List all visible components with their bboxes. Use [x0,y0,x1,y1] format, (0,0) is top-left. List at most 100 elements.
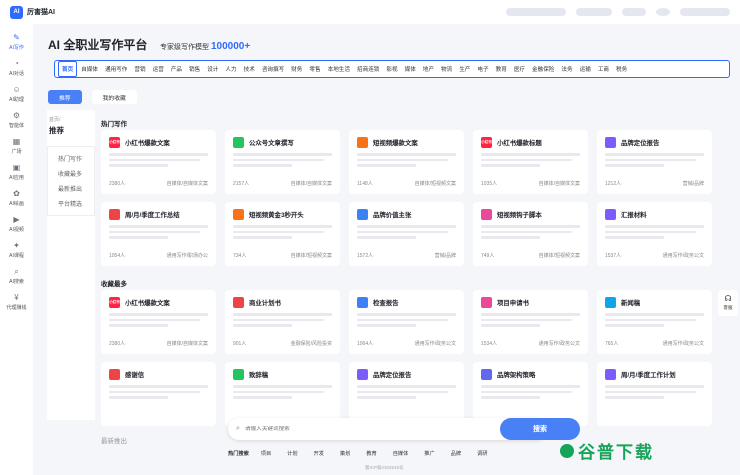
sidebar-item[interactable]: ✎ AI写作 [0,34,33,52]
user-menu[interactable] [680,8,730,16]
sidebar-item[interactable]: ▦ 广场 [0,138,33,156]
tab-favorites[interactable]: 我的收藏 [91,90,137,104]
writing-card[interactable]: 致辞稿 [225,362,340,426]
sidebar-item[interactable]: ▶ AI视频 [0,216,33,234]
writing-card[interactable]: 品牌定位报告 [349,362,464,426]
category-tab[interactable]: 物流 [438,62,455,76]
sidebar-item[interactable]: ☺ AI助理 [0,86,33,104]
category-tab[interactable]: 人力 [222,62,239,76]
top-link[interactable] [576,8,612,16]
category-tab[interactable]: 工商 [595,62,612,76]
notification-icon[interactable] [656,8,670,16]
card-category: 自媒体/自媒体文案 [290,181,332,187]
customer-service-button[interactable]: ☊ 客服 [718,290,738,316]
writing-card[interactable]: 检查报告 1064人 通用写作/政务公文 [349,290,464,354]
hot-search-item[interactable]: 计划 [287,450,297,457]
category-tab[interactable]: 招商连锁 [354,62,382,76]
card-description [109,385,208,399]
sidebar-item[interactable]: ⌕ AI搜索 [0,268,33,286]
sidebar-item[interactable]: ◔ AI对话 [0,59,33,78]
sidebar-item[interactable]: ✿ AI绘画 [0,190,33,208]
writing-card[interactable]: 周/月/季度工作总结 1054人 通用写作/职场办公 [101,202,216,266]
writing-card[interactable]: 小红书 小红书爆款文案 2380人 自媒体/自媒体文案 [101,130,216,194]
user-count: 901人 [233,341,247,347]
hot-search-item[interactable]: 调研 [477,450,487,457]
hot-search-item[interactable]: 教育 [366,450,376,457]
category-tab[interactable]: 法务 [558,62,575,76]
category-tab[interactable]: 电子 [474,62,491,76]
filter-item[interactable]: 最新推出 [48,181,94,196]
chat-icon: ◔ [14,59,19,68]
category-tab[interactable]: 通用写作 [102,62,130,76]
card-header: 品牌定位报告 [605,137,704,148]
hot-search-item[interactable]: 自媒体 [393,450,409,457]
text-line [233,390,325,393]
card-header: 小红书 小红书爆款标题 [481,137,580,148]
category-bar: 首页 自媒体 通用写作 营销 运营 产品 销售 设计 人力 技术 咨询撰写 财务 零售 本地生活 招商连锁影… [54,60,730,78]
category-tab[interactable]: 教育 [493,62,510,76]
filter-item[interactable]: 平台精选 [48,196,94,211]
writing-card[interactable]: 小红书 小红书爆款标题 1035人 自媒体/自媒体文案 [473,130,588,194]
hot-search-item[interactable]: 推广 [424,450,434,457]
tab-recommend[interactable]: 推荐 [48,90,82,104]
category-tab[interactable]: 本地生活 [325,62,353,76]
sidebar-item[interactable]: ▣ AI应用 [0,164,33,182]
card-title: 感谢信 [125,372,145,379]
sidebar-item[interactable]: ⚙ 智能体 [0,112,33,130]
category-tab[interactable]: 首页 [58,61,78,77]
sidebar-item[interactable]: ¥ 代理赚钱 [0,294,33,312]
category-tab[interactable]: 财务 [288,62,305,76]
search-button[interactable]: 搜索 [500,418,580,440]
category-tab[interactable]: 零售 [306,62,323,76]
breadcrumb[interactable]: 首页/ [49,116,60,123]
top-link[interactable] [506,8,566,16]
user-count: 1054人 [109,253,126,259]
writing-card[interactable]: 短视频爆款文案 1148人 自媒体/短视频文案 [349,130,464,194]
category-tab[interactable]: 产品 [168,62,185,76]
text-line [605,385,704,388]
writing-card[interactable]: 公众号文章撰写 2157人 自媒体/自媒体文案 [225,130,340,194]
text-line [481,324,541,327]
category-tab[interactable]: 咨询撰写 [259,62,287,76]
search-input[interactable] [244,426,465,432]
category-tab[interactable]: 技术 [241,62,258,76]
category-tab[interactable]: 运输 [577,62,594,76]
writing-card[interactable]: 品牌定位报告 1212人 营销/品牌 [597,130,712,194]
category-tab[interactable]: 医疗 [511,62,528,76]
category-tab[interactable]: 生产 [456,62,473,76]
top-link[interactable] [622,8,646,16]
filter-list: 热门写作 收藏最多 最新推出 平台精选 [47,146,95,216]
writing-card[interactable]: 汇报材料 1537人 通用写作/政务公文 [597,202,712,266]
hot-search-item[interactable]: 开发 [314,450,324,457]
category-tab[interactable]: 税务 [613,62,630,76]
category-tab[interactable]: 自媒体 [78,62,101,76]
hot-search-item[interactable]: 项目 [261,450,271,457]
writing-card[interactable]: 项目申请书 1534人 通用写作/政务公文 [473,290,588,354]
category-tab[interactable]: 地产 [420,62,437,76]
hot-search-item[interactable]: 策划 [340,450,350,457]
writing-card[interactable]: 新闻稿 765人 通用写作/政务公文 [597,290,712,354]
category-tab[interactable]: 影视 [383,62,400,76]
writing-card[interactable]: 品牌架构策略 [473,362,588,426]
writing-card[interactable]: 商业计划书 901人 金融保险/风险投资 [225,290,340,354]
filter-item[interactable]: 热门写作 [48,151,94,166]
writing-card[interactable]: 周/月/季度工作计划 [597,362,712,426]
writing-card[interactable]: 小红书 小红书爆款文案 2380人 自媒体/自媒体文案 [101,290,216,354]
category-tab[interactable]: 金融保险 [529,62,557,76]
category-tab[interactable]: 营销 [131,62,148,76]
text-line [233,396,293,399]
writing-card[interactable]: 短视频钩子脚本 749人 自媒体/短视频文案 [473,202,588,266]
card-icon [357,209,368,220]
hot-search-item[interactable]: 品牌 [451,450,461,457]
sidebar-item[interactable]: ✦ AI课程 [0,242,33,260]
category-tab[interactable]: 销售 [186,62,203,76]
writing-card[interactable]: 品牌价值主张 1572人 营销/品牌 [349,202,464,266]
writing-card[interactable]: 感谢信 [101,362,216,426]
filter-item[interactable]: 收藏最多 [48,166,94,181]
category-tab[interactable]: 设计 [204,62,221,76]
category-tab[interactable]: 运营 [150,62,167,76]
card-header: 周/月/季度工作计划 [605,369,704,380]
writing-card[interactable]: 短视频黄金3秒开头 734人 自媒体/短视频文案 [225,202,340,266]
text-line [481,230,573,233]
category-tab[interactable]: 媒体 [402,62,419,76]
